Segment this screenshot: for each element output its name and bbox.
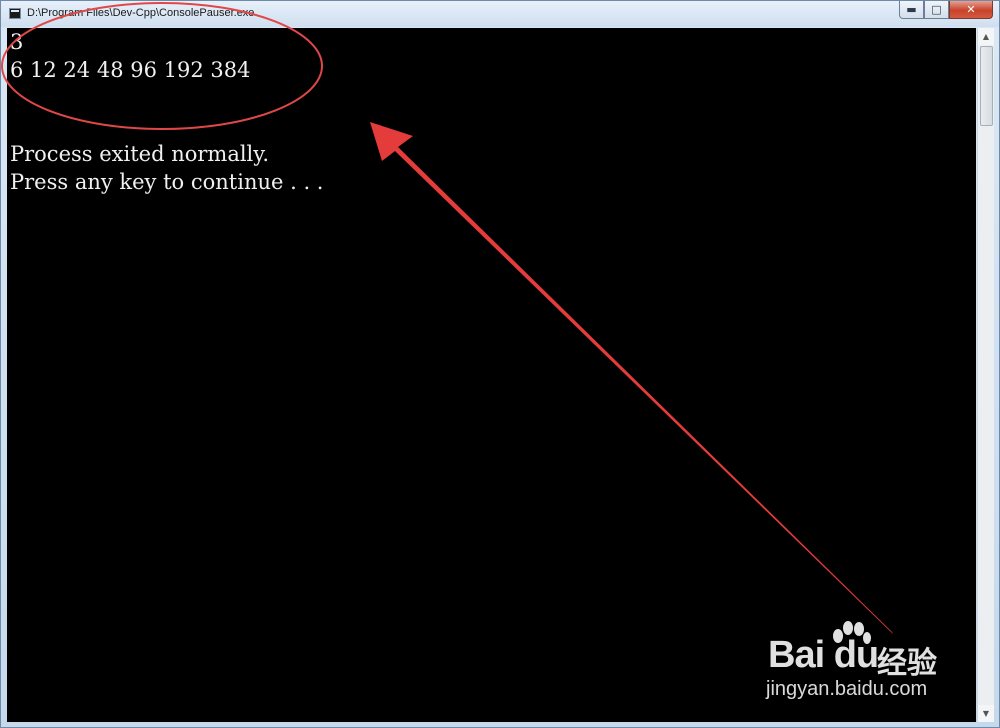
watermark-url: jingyan.baidu.com: [766, 678, 928, 700]
scroll-up-arrow-icon[interactable]: ▲: [978, 28, 994, 45]
baidu-logo: Bai du: [768, 634, 879, 676]
console-line-exit-status: Process exited normally.: [10, 142, 270, 166]
minimize-button[interactable]: ▬: [899, 1, 924, 19]
scroll-thumb[interactable]: [980, 46, 993, 126]
maximize-button[interactable]: □: [924, 1, 949, 19]
console-line-press-any-key: Press any key to continue . . .: [10, 170, 324, 194]
minimize-icon: ▬: [906, 3, 917, 16]
console-line-output: 6 12 24 48 96 192 384: [10, 58, 251, 82]
title-bar[interactable]: D:\Program Files\Dev-Cpp\ConsolePauser.e…: [1, 1, 999, 27]
scroll-down-arrow-icon[interactable]: ▼: [978, 705, 994, 722]
window-title: D:\Program Files\Dev-Cpp\ConsolePauser.e…: [27, 7, 255, 19]
window-controls: ▬ □ ✕: [899, 1, 993, 21]
close-button[interactable]: ✕: [949, 1, 993, 19]
close-icon: ✕: [966, 3, 976, 16]
baidu-jingyan-watermark: Bai du 经验 jingyan.baidu.com: [760, 618, 960, 708]
console-line-input: 3: [10, 30, 24, 54]
console-window-icon: [9, 8, 21, 19]
jingyan-text: 经验: [877, 646, 937, 681]
vertical-scrollbar[interactable]: ▲ ▼: [977, 28, 994, 722]
maximize-icon: □: [931, 3, 942, 16]
